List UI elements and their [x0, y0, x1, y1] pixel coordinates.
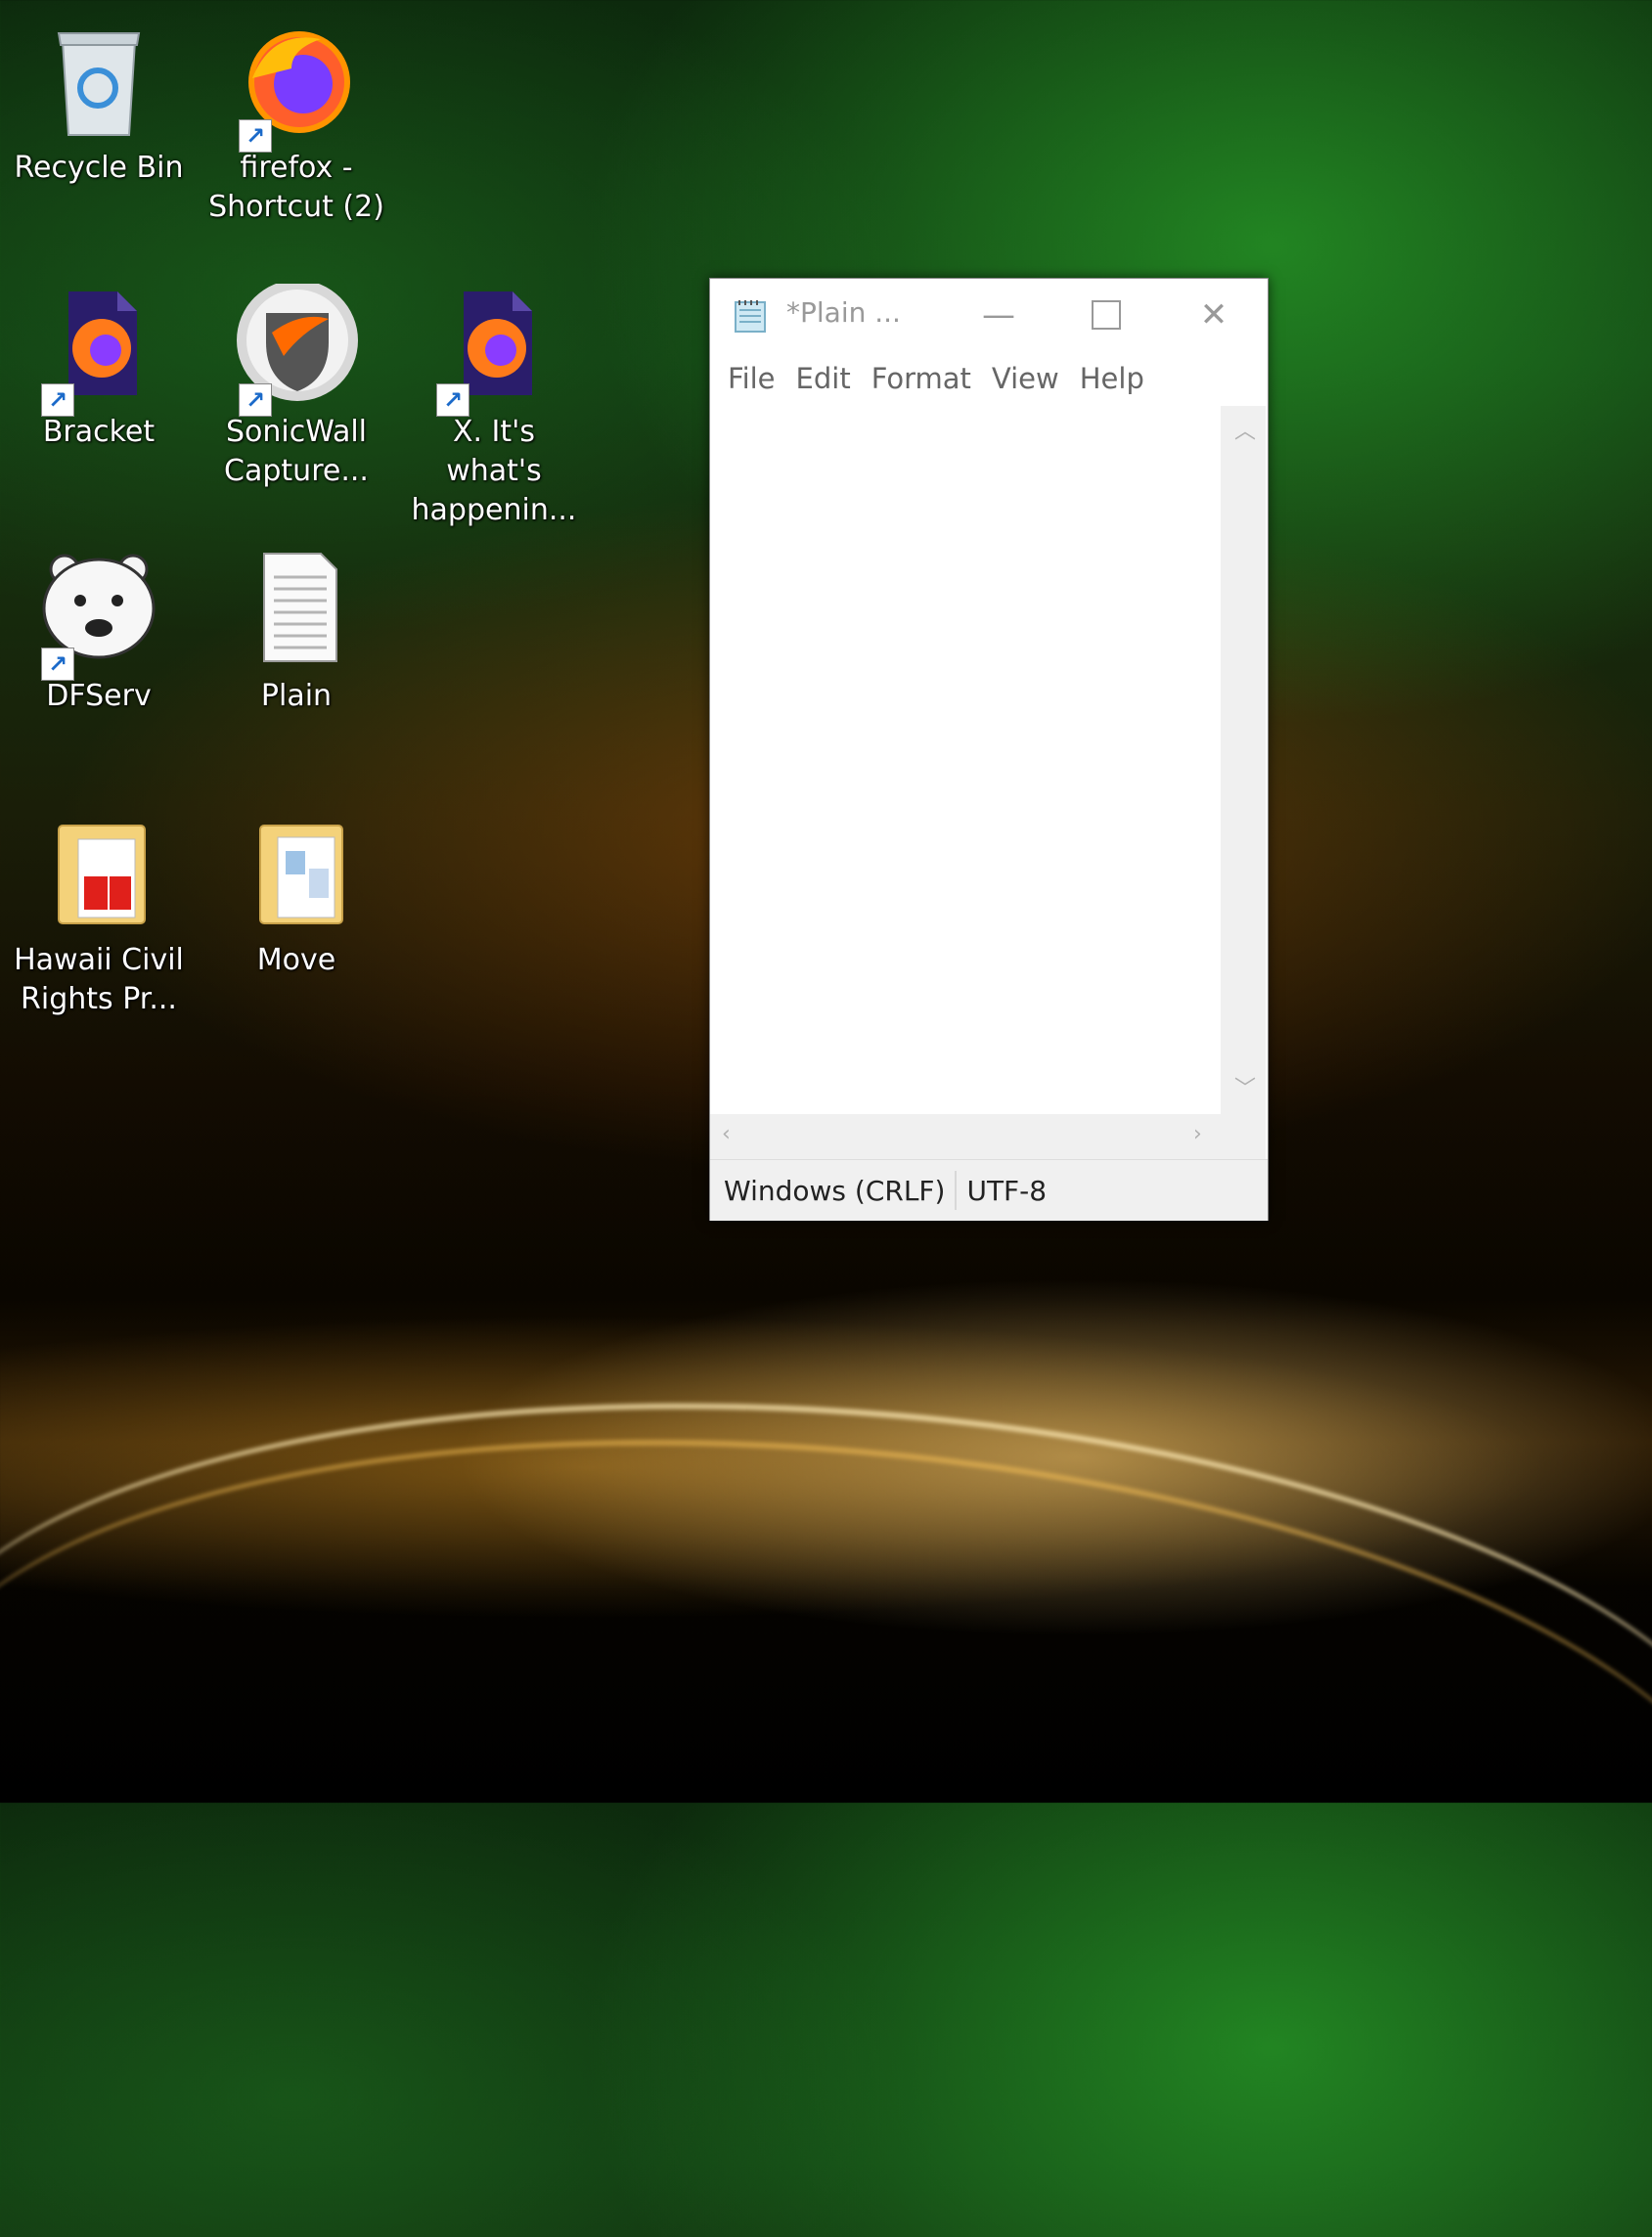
firefox-file-icon: ↗	[430, 284, 558, 417]
desktop-icon-hawaii-folder[interactable]: Hawaii Civil Rights Pr...	[6, 812, 192, 1019]
desktop-icon-label: SonicWall Capture...	[224, 415, 369, 488]
desktop-icon-move-folder[interactable]: Move	[203, 812, 389, 980]
notepad-window[interactable]: *Plain ... — ✕ File Edit Format View Hel…	[709, 278, 1269, 1221]
maximize-button[interactable]	[1052, 279, 1160, 351]
scroll-down-icon[interactable]: ﹀	[1234, 1071, 1256, 1102]
shortcut-arrow-icon: ↗	[41, 648, 74, 681]
scrollbar-corner	[1221, 1114, 1266, 1159]
folder-pdf-icon	[35, 812, 162, 939]
minimize-button[interactable]: —	[945, 279, 1052, 351]
title-bar[interactable]: *Plain ... — ✕	[710, 279, 1268, 351]
desktop-icon-label: Move	[256, 943, 336, 977]
window-title: *Plain ...	[786, 296, 901, 329]
shortcut-arrow-icon: ↗	[239, 383, 272, 417]
menu-help[interactable]: Help	[1080, 362, 1144, 395]
line-ending-status: Windows (CRLF)	[724, 1174, 946, 1207]
polar-bear-icon: ↗	[35, 548, 162, 681]
menu-edit[interactable]: Edit	[796, 362, 851, 395]
menu-view[interactable]: View	[992, 362, 1059, 395]
shortcut-arrow-icon: ↗	[239, 119, 272, 153]
menu-format[interactable]: Format	[871, 362, 971, 395]
vertical-scrollbar[interactable]: ︿ ﹀	[1221, 406, 1266, 1114]
desktop-icon-label: Plain	[260, 679, 333, 713]
desktop-icon-recycle-bin[interactable]: Recycle Bin	[6, 20, 192, 188]
encoding-status: UTF-8	[966, 1174, 1048, 1207]
scroll-left-icon[interactable]: ‹	[722, 1122, 731, 1146]
scroll-up-icon[interactable]: ︿	[1234, 414, 1256, 445]
scroll-right-icon[interactable]: ›	[1193, 1122, 1202, 1146]
status-separator	[955, 1171, 958, 1210]
shortcut-arrow-icon: ↗	[436, 383, 469, 417]
desktop-icon-x-shortcut[interactable]: ↗ X. It's what's happenin...	[401, 284, 587, 530]
desktop-icon-plain[interactable]: Plain	[203, 548, 389, 716]
recycle-bin-icon	[35, 20, 162, 147]
menu-file[interactable]: File	[728, 362, 776, 395]
notepad-icon	[732, 296, 771, 336]
desktop-icon-label: Hawaii Civil Rights Pr...	[14, 943, 184, 1016]
sonicwall-icon: ↗	[233, 280, 360, 417]
firefox-file-icon: ↗	[35, 284, 162, 417]
shortcut-arrow-icon: ↗	[41, 383, 74, 417]
desktop-icon-label: X. It's what's happenin...	[411, 415, 577, 527]
desktop-icon-label: Bracket	[42, 415, 156, 449]
desktop-icon-bracket[interactable]: ↗ Bracket	[6, 284, 192, 452]
maximize-icon	[1092, 300, 1121, 330]
desktop-icon-label: DFServ	[46, 679, 152, 713]
close-button[interactable]: ✕	[1160, 279, 1268, 351]
desktop-icon-dfserv[interactable]: ↗ DFServ	[6, 548, 192, 716]
firefox-icon: ↗	[233, 20, 360, 153]
text-editor-area[interactable]	[710, 406, 1221, 1114]
minimize-icon: —	[982, 295, 1015, 335]
menu-bar: File Edit Format View Help	[710, 351, 1268, 406]
desktop-icon-label: firefox - Shortcut (2)	[208, 151, 384, 224]
desktop-icon-label: Recycle Bin	[14, 151, 184, 185]
close-icon: ✕	[1199, 295, 1228, 335]
text-file-icon	[233, 548, 360, 675]
folder-icon	[233, 812, 360, 939]
desktop-icon-firefox-shortcut[interactable]: ↗ firefox - Shortcut (2)	[203, 20, 389, 227]
horizontal-scrollbar[interactable]: ‹ ›	[710, 1114, 1221, 1159]
status-bar: Windows (CRLF) UTF-8	[710, 1159, 1268, 1221]
desktop-icon-sonicwall[interactable]: ↗ SonicWall Capture...	[203, 280, 389, 491]
